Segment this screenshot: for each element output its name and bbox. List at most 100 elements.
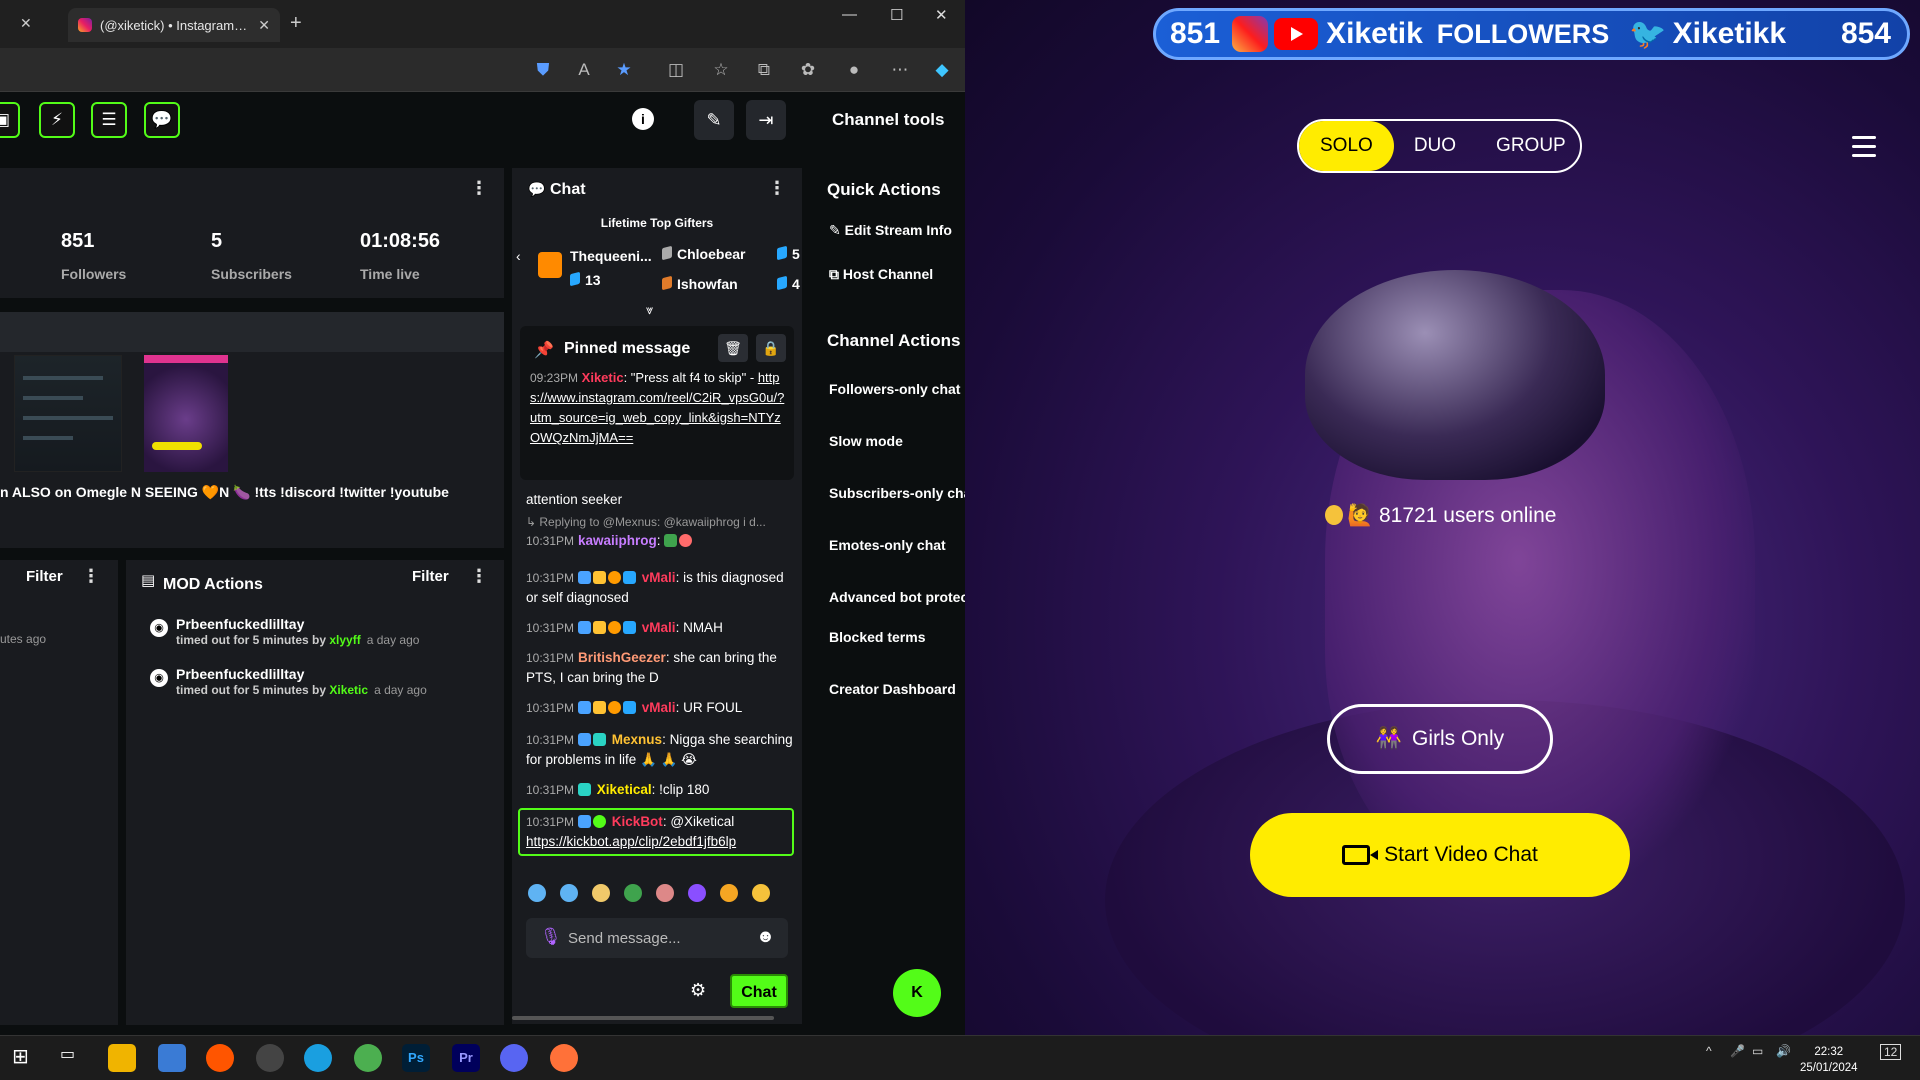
collapse-icon[interactable]: ⩔ (646, 302, 653, 318)
notes-button[interactable]: ☰ (91, 102, 127, 138)
new-tab-button[interactable]: + (290, 12, 302, 35)
gift-badge-icon (538, 252, 562, 278)
emote-icon[interactable] (560, 884, 578, 902)
emote-icon[interactable] (592, 884, 610, 902)
emote-icon[interactable] (688, 884, 706, 902)
network-icon[interactable]: ▭ (1752, 1044, 1763, 1058)
file-explorer-icon[interactable] (108, 1044, 136, 1072)
host-channel-button[interactable]: ⧉ Host Channel (829, 266, 965, 283)
thumbnail-camera[interactable] (144, 355, 228, 472)
emotes-only-toggle[interactable]: Emotes-only chat (829, 537, 965, 553)
kick-logo-button[interactable]: K (893, 969, 941, 1017)
followers-label: Followers (61, 266, 127, 282)
shield-icon[interactable]: ⛊ (532, 59, 554, 81)
chat-bubble-button[interactable]: 💬 (144, 102, 180, 138)
blocked-terms-button[interactable]: Blocked terms (829, 629, 965, 645)
mod-action-desc: timed out for 5 minutes by Xiketic a day … (176, 683, 427, 697)
mod-user: Prbeenfuckedlilltay (176, 666, 305, 682)
photoshop-icon[interactable]: Ps (402, 1044, 430, 1072)
firefox-icon[interactable] (550, 1044, 578, 1072)
maximize-button[interactable]: ☐ (890, 6, 903, 24)
gifter-name[interactable]: Chloebear (662, 245, 745, 262)
mode-group[interactable]: GROUP (1476, 121, 1586, 171)
chat-title: Chat (550, 181, 586, 198)
camera-button[interactable]: ▣ (0, 102, 20, 138)
slow-mode-toggle[interactable]: Slow mode (829, 433, 965, 449)
read-aloud-icon[interactable]: A (573, 59, 595, 81)
discord-icon[interactable] (500, 1044, 528, 1072)
profile-icon[interactable]: ● (843, 59, 865, 81)
microphone-tray-icon[interactable]: 🎤 (1730, 1044, 1745, 1058)
emote-icon[interactable] (752, 884, 770, 902)
edit-stream-info-button[interactable]: ✎ Edit Stream Info (829, 222, 965, 239)
edge-icon[interactable] (304, 1044, 332, 1072)
thumbnail-desktop[interactable] (14, 355, 122, 472)
emoji-picker-icon[interactable]: ☻ (756, 926, 775, 947)
edit-pencil-button[interactable]: ✎ (694, 100, 734, 140)
favorite-star-icon[interactable]: ★ (613, 59, 635, 81)
instagram-icon (1232, 16, 1269, 52)
emote-icon[interactable] (720, 884, 738, 902)
lock-icon[interactable]: 🔒 (756, 334, 786, 362)
pinned-message: 📌 Pinned message 🗑 🔒 09:23PM Xiketic: "P… (520, 326, 794, 480)
subscribers-only-toggle[interactable]: Subscribers-only chat (829, 485, 965, 501)
emote-icon[interactable] (528, 884, 546, 902)
obs-icon[interactable] (256, 1044, 284, 1072)
store-icon[interactable] (158, 1044, 186, 1072)
collections-icon[interactable]: ⧉ (753, 59, 775, 81)
split-screen-icon[interactable]: ◫ (665, 59, 687, 81)
activity-panel: Filter ⋮ utes ago (0, 560, 118, 1025)
filter-button[interactable]: Filter (412, 568, 449, 585)
girls-only-button[interactable]: 👭 Girls Only (1327, 704, 1553, 774)
microphone-icon[interactable]: 🎙 (540, 927, 562, 947)
emote-icon[interactable] (656, 884, 674, 902)
chevron-left-icon[interactable]: ‹ (516, 248, 521, 264)
close-icon[interactable]: ✕ (258, 17, 270, 34)
more-icon[interactable]: ⋯ (889, 59, 911, 81)
chat-scrollbar[interactable] (512, 1016, 774, 1020)
soundcloud-icon[interactable] (206, 1044, 234, 1072)
tray-chevron-icon[interactable]: ^ (1706, 1044, 1712, 1058)
gifter-name[interactable]: Thequeeni... (570, 248, 652, 264)
window-close-button[interactable]: ✕ (935, 6, 948, 24)
minimize-button[interactable]: — (842, 6, 857, 23)
users-icon (1325, 505, 1343, 525)
kebab-menu-icon[interactable]: ⋮ (470, 566, 488, 587)
kebab-menu-icon[interactable]: ⋮ (82, 566, 100, 587)
followers-only-toggle[interactable]: Followers-only chat (829, 381, 965, 397)
windows-start-icon[interactable]: ⊞ (12, 1044, 40, 1072)
kebab-menu-icon[interactable]: ⋮ (470, 178, 488, 199)
copilot-icon[interactable]: ◆ (931, 59, 953, 81)
gifter-count: 5 (777, 245, 800, 262)
start-video-chat-button[interactable]: Start Video Chat (1250, 813, 1630, 897)
send-chat-button[interactable]: Chat (730, 974, 788, 1008)
chrome-icon[interactable] (354, 1044, 382, 1072)
tab-instagram[interactable]: (@xiketick) • Instagram phot ✕ (68, 8, 280, 42)
premiere-icon[interactable]: Pr (452, 1044, 480, 1072)
girls-icon: 👭 (1375, 727, 1402, 750)
creator-dashboard-button[interactable]: Creator Dashboard (829, 681, 965, 697)
clock[interactable]: 22:32 25/01/2024 (1800, 1044, 1858, 1076)
send-message-input[interactable] (568, 928, 738, 948)
hamburger-menu-icon[interactable] (1852, 136, 1876, 163)
chat-message: 10:31PM kawaiiphrog: (526, 531, 794, 551)
bot-protection-toggle[interactable]: Advanced bot protection (829, 589, 965, 605)
exit-layout-button[interactable]: ⇥ (746, 100, 786, 140)
favorites-icon[interactable]: ☆ (710, 59, 732, 81)
chat-settings-gear-icon[interactable]: ⚙ (690, 980, 706, 1001)
gifter-name[interactable]: Ishowfan (662, 275, 738, 292)
emote-icon[interactable] (624, 884, 642, 902)
kebab-menu-icon[interactable]: ⋮ (768, 178, 786, 199)
info-icon[interactable]: i (632, 108, 654, 130)
clip-link[interactable]: https://kickbot.app/clip/2ebdf1jfb6lp (526, 834, 736, 849)
extensions-icon[interactable]: ✿ (797, 59, 819, 81)
notification-icon[interactable]: 12 (1880, 1044, 1902, 1060)
mode-duo[interactable]: DUO (1394, 121, 1476, 171)
lightning-button[interactable]: ⚡ (39, 102, 75, 138)
mode-solo[interactable]: SOLO (1299, 121, 1394, 171)
filter-button[interactable]: Filter (26, 568, 63, 585)
volume-icon[interactable]: 🔊 (1776, 1044, 1791, 1058)
trash-icon[interactable]: 🗑 (718, 334, 748, 362)
close-tab-icon[interactable]: ✕ (20, 15, 32, 32)
task-view-icon[interactable]: ▭ (60, 1044, 88, 1072)
